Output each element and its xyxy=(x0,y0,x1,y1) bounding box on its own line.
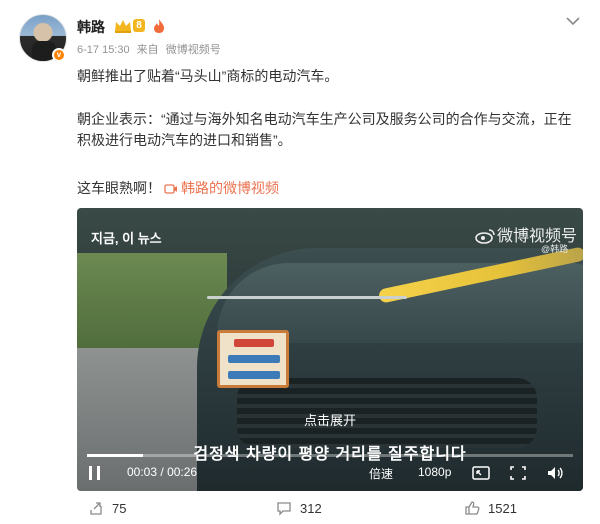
video-time: 00:03 / 00:26 xyxy=(127,465,197,479)
thumbs-up-icon xyxy=(465,501,480,515)
like-count: 1521 xyxy=(488,501,517,516)
plate-line-blue xyxy=(228,355,280,363)
quality-button[interactable]: 1080p xyxy=(418,465,451,479)
post-text-line-4: 这车眼熟啊！ xyxy=(77,180,161,196)
pause-icon[interactable] xyxy=(87,465,103,481)
level-badge: 8 xyxy=(133,19,145,32)
video-subtitle: 검정색 차량이 평양 거리를 질주합니다 xyxy=(193,446,467,463)
picture-in-picture-icon[interactable] xyxy=(472,465,490,481)
volume-icon[interactable] xyxy=(546,465,564,481)
video-watermark-sub: @韩路 xyxy=(541,244,569,254)
repost-icon xyxy=(90,502,102,515)
weibo-logo-icon xyxy=(475,229,495,244)
duration: 00:26 xyxy=(167,465,198,479)
verified-badge: v xyxy=(52,48,66,62)
time-separator: / xyxy=(160,465,164,479)
chevron-down-icon[interactable] xyxy=(564,14,582,28)
video-car-chrome xyxy=(207,296,407,299)
comment-icon xyxy=(277,502,291,516)
video-link-label: 韩路的微博视频 xyxy=(181,180,279,196)
plate-line-blue xyxy=(228,371,280,379)
video-watermark-left: 지금, 이 뉴스 xyxy=(91,231,162,246)
progress-fill xyxy=(87,454,143,457)
progress-bar[interactable] xyxy=(87,454,573,457)
repost-count: 75 xyxy=(112,501,127,516)
video-camera-icon xyxy=(164,184,177,194)
crown-icon xyxy=(115,20,131,33)
post-date[interactable]: 6-17 15:30 xyxy=(77,44,130,56)
post-text-line-3: 积极进行电动汽车的进口和销售”。 xyxy=(77,132,292,148)
expand-button[interactable]: 点击展开 xyxy=(77,410,583,429)
repost-button[interactable]: 75 xyxy=(88,500,126,516)
comment-button[interactable]: 312 xyxy=(276,500,322,516)
post-meta: 6-17 15:30 来自 微博视频号 xyxy=(77,41,225,57)
post-source[interactable]: 微博视频号 xyxy=(166,44,221,56)
current-time: 00:03 xyxy=(127,465,158,479)
video-link[interactable]: 韩路的微博视频 xyxy=(164,178,279,199)
comment-count: 312 xyxy=(300,501,322,516)
post-text-line-2: 朝企业表示：“通过与海外知名电动汽车生产公司及服务公司的合作与交流，正在 xyxy=(77,111,572,127)
fullscreen-icon[interactable] xyxy=(509,465,527,481)
video-player[interactable]: 지금, 이 뉴스 微博视频号 @韩路 点击展开 검정색 차량이 평양 거리를 질… xyxy=(77,208,583,491)
flame-icon xyxy=(154,19,164,33)
action-bar: 75 312 1521 xyxy=(0,497,600,524)
post-text-line-1: 朝鲜推出了贴着“马头山”商标的电动汽车。 xyxy=(77,68,339,84)
post-source-prefix: 来自 xyxy=(136,44,159,56)
video-car-plate xyxy=(217,330,289,388)
like-button[interactable]: 1521 xyxy=(464,500,517,516)
author-name[interactable]: 韩路 xyxy=(77,17,105,37)
plate-line-red xyxy=(234,339,274,347)
video-controls: 00:03 / 00:26 倍速 1080p xyxy=(77,462,583,491)
speed-button[interactable]: 倍速 xyxy=(369,465,393,482)
